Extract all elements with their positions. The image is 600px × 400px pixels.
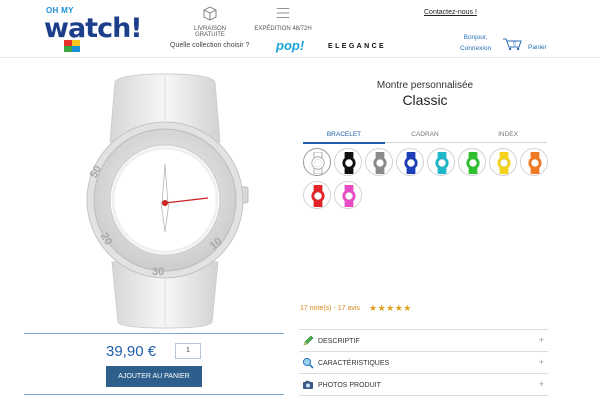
- product-title: Classic: [402, 92, 448, 108]
- strap-color-swatch[interactable]: [365, 148, 393, 176]
- box-icon: [203, 6, 217, 21]
- accordion-label: DESCRIPTIF: [318, 338, 360, 345]
- strap-color-swatch[interactable]: [396, 148, 424, 176]
- cart-count: 0: [513, 42, 516, 48]
- strap-icon: [435, 152, 449, 174]
- cart-label[interactable]: Panier: [528, 44, 547, 51]
- free-delivery: LIVRAISON GRATUITE: [180, 5, 240, 38]
- strap-icon: [373, 152, 387, 174]
- strap-color-swatch[interactable]: [334, 181, 362, 209]
- product-subtitle: Montre personnalisée: [376, 80, 474, 91]
- account-login: Connexion: [460, 45, 492, 52]
- strap-color-swatch[interactable]: [427, 148, 455, 176]
- strap-color-swatch[interactable]: [334, 148, 362, 176]
- shipping-time-label: EXPÉDITION 48/72H: [254, 26, 312, 32]
- strap-color-swatch[interactable]: [303, 181, 331, 209]
- accordion-label: CARACTÉRISTIQUES: [318, 360, 390, 367]
- rating-count[interactable]: 17 note(s) - 17 avis: [300, 305, 360, 312]
- expand-icon[interactable]: +: [539, 357, 544, 367]
- cart-icon[interactable]: 0: [502, 37, 524, 51]
- pencil-icon: [303, 335, 314, 346]
- quantity-input[interactable]: 1: [175, 343, 201, 359]
- expand-icon[interactable]: +: [539, 335, 544, 345]
- account-link[interactable]: Bonjour, Connexion: [460, 32, 491, 54]
- strap-icon: [342, 152, 356, 174]
- product-price: 39,90 €: [106, 343, 157, 360]
- add-to-cart-button[interactable]: AJOUTER AU PANIER: [106, 366, 202, 387]
- strap-color-swatch[interactable]: [520, 148, 548, 176]
- strap-color-swatch[interactable]: [303, 148, 331, 176]
- strap-color-swatch[interactable]: [458, 148, 486, 176]
- shipping-time: EXPÉDITION 48/72H: [252, 5, 314, 32]
- elegance-collection-link[interactable]: ELEGANCE: [328, 43, 386, 50]
- collection-question: Quelle collection choisir ?: [170, 42, 250, 49]
- strap-icon: [311, 185, 325, 207]
- expand-icon[interactable]: +: [539, 379, 544, 389]
- accordion-caracteristiques[interactable]: CARACTÉRISTIQUES +: [299, 352, 548, 374]
- strap-icon: [528, 152, 542, 174]
- strap-icon: [497, 152, 511, 174]
- site-logo[interactable]: OH MY watch!: [44, 6, 143, 52]
- magnifier-icon: [302, 357, 314, 369]
- logo-color-blocks: [64, 40, 80, 52]
- pop-collection-link[interactable]: pop!: [276, 38, 304, 53]
- menu-lines-icon: [276, 8, 290, 18]
- customization-tabs: BRACELET CADRAN INDEX: [303, 131, 547, 144]
- strap-color-swatch[interactable]: [489, 148, 517, 176]
- accordion-label: PHOTOS PRODUIT: [318, 382, 381, 389]
- strap-icon: [466, 152, 480, 174]
- tab-bracelet[interactable]: BRACELET: [309, 131, 379, 138]
- site-header: OH MY watch! LIVRAISON GRATUITE EXPÉDITI…: [0, 0, 600, 58]
- rating-stars: ★★★★★: [369, 303, 412, 313]
- account-greeting: Bonjour,: [463, 34, 488, 41]
- tab-index[interactable]: INDEX: [473, 131, 543, 138]
- accordion-descriptif[interactable]: DESCRIPTIF +: [299, 330, 548, 352]
- tab-cadran[interactable]: CADRAN: [390, 131, 460, 138]
- accordion-photos[interactable]: PHOTOS PRODUIT +: [299, 374, 548, 396]
- contact-link[interactable]: Contactez-nous !: [424, 9, 477, 16]
- strap-icon: [311, 152, 325, 174]
- logo-main-text: watch!: [44, 13, 143, 44]
- strap-icon: [342, 185, 356, 207]
- strap-icon: [404, 152, 418, 174]
- watch-preview-image: 50 10 20 30: [86, 73, 249, 329]
- active-tab-indicator: [303, 142, 385, 144]
- product-page: OH MY watch! LIVRAISON GRATUITE EXPÉDITI…: [0, 0, 600, 400]
- camera-icon: [303, 380, 313, 389]
- free-delivery-label: LIVRAISON GRATUITE: [193, 26, 226, 38]
- bezel-number: 30: [152, 266, 164, 278]
- price-divider-bottom: [24, 394, 284, 395]
- price-divider-top: [24, 333, 284, 334]
